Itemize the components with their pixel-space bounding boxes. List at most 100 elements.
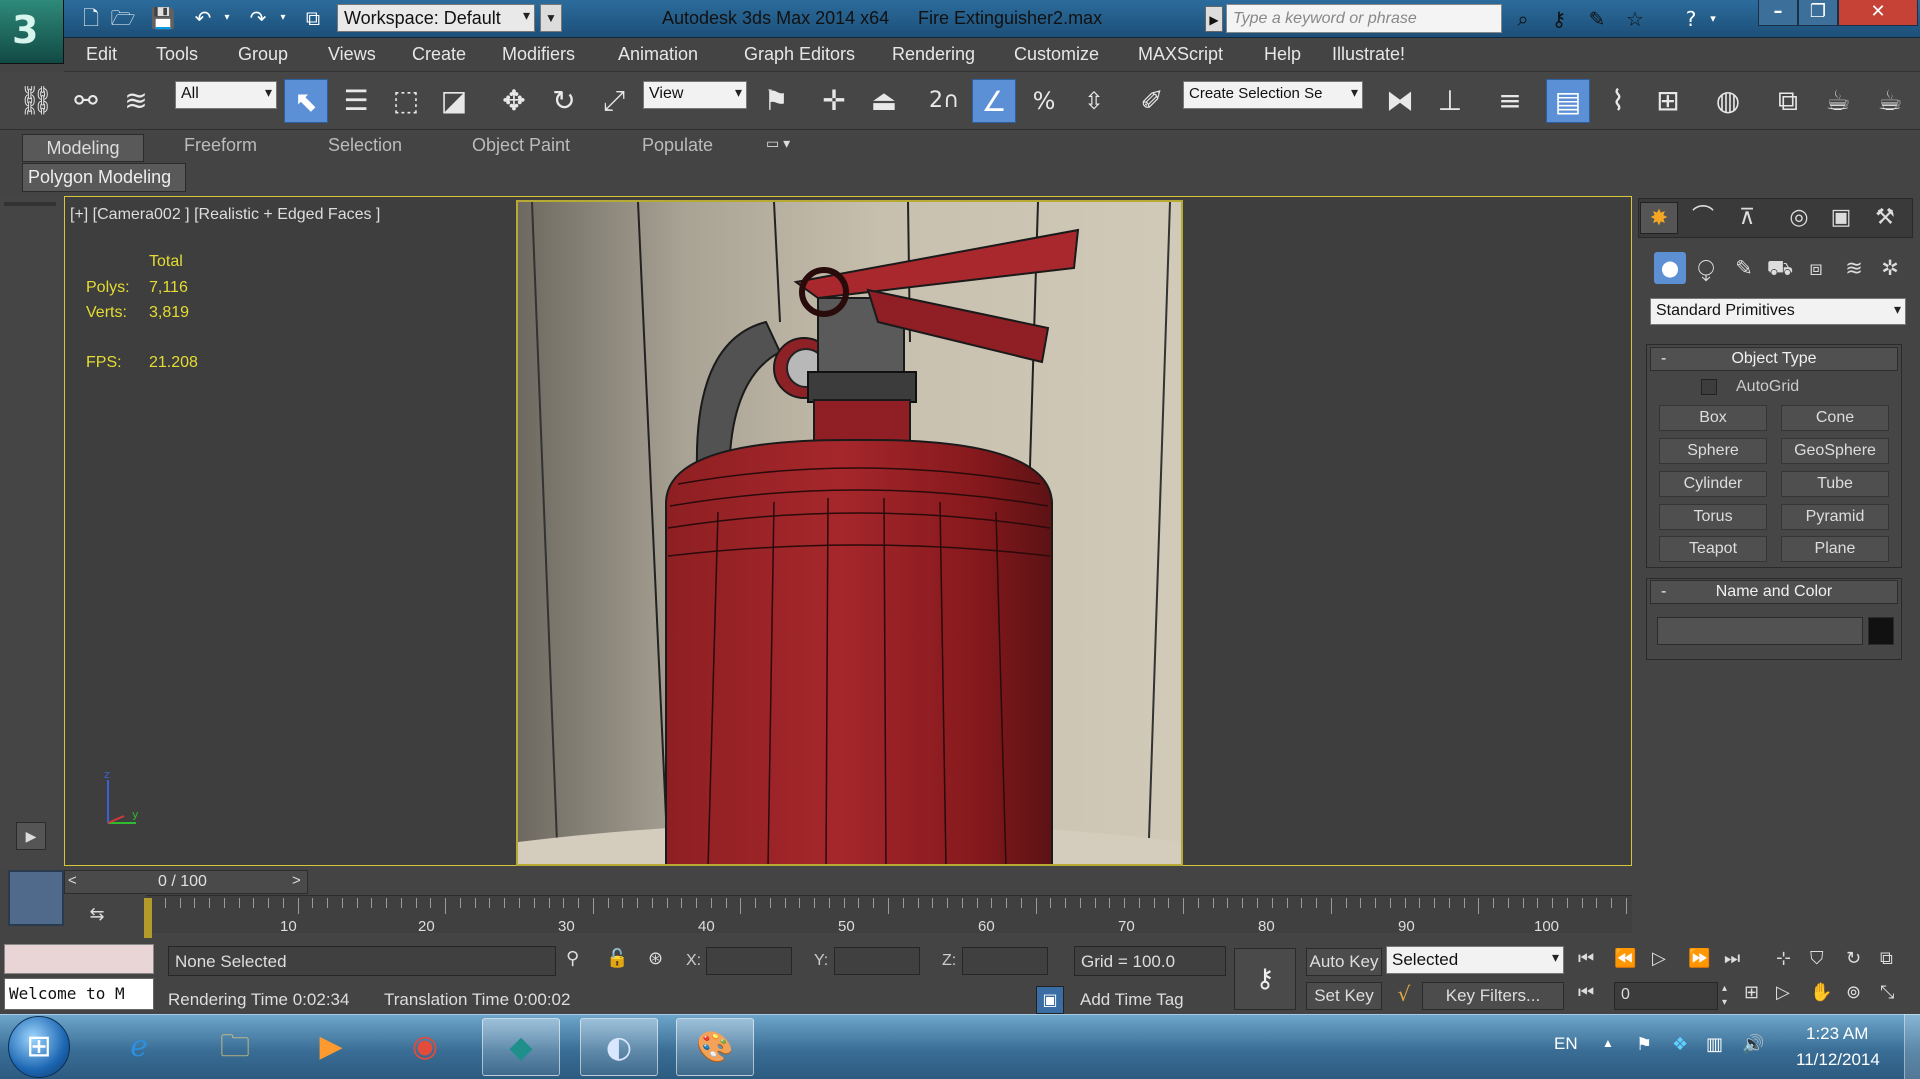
geosphere-button[interactable]: GeoSphere <box>1781 438 1889 464</box>
chrome-icon[interactable]: ◉ <box>386 1018 464 1076</box>
select-by-name-icon[interactable]: ☰ <box>334 79 378 123</box>
select-and-move-icon[interactable]: ✥ <box>492 79 536 123</box>
menu-tools[interactable]: Tools <box>156 44 198 65</box>
add-time-tag[interactable]: Add Time Tag <box>1080 990 1184 1010</box>
help-dropdown-icon[interactable]: ▾ <box>1706 6 1720 32</box>
orbit-camera-icon[interactable]: ↻ <box>1846 948 1872 974</box>
selection-filter-dropdown[interactable]: All ▾ <box>175 81 277 109</box>
next-frame-icon[interactable]: ⏩ <box>1688 948 1714 974</box>
internet-explorer-icon[interactable]: ℯ <box>100 1018 178 1076</box>
geometry-icon[interactable]: ● <box>1654 252 1686 284</box>
undo-dropdown-icon[interactable]: ▾ <box>220 5 234 31</box>
field-of-view-icon[interactable]: ⛉ <box>1810 948 1836 974</box>
time-configuration-icon[interactable]: ⊞ <box>1744 982 1770 1008</box>
ribbon-options-icon[interactable]: ▭ ▾ <box>766 135 790 152</box>
viewport-label[interactable]: [+] [Camera002 ] [Realistic + Edged Face… <box>70 206 380 224</box>
tube-button[interactable]: Tube <box>1781 471 1889 497</box>
time-slider-prev[interactable]: < <box>68 872 77 889</box>
language-indicator[interactable]: EN <box>1554 1034 1578 1054</box>
file-explorer-icon[interactable]: 🗀 <box>196 1018 274 1076</box>
mirror-icon[interactable]: ⧓ <box>1378 79 1422 123</box>
workspace-dropdown[interactable]: Workspace: Default ▾ <box>337 4 535 32</box>
select-object-icon[interactable]: ⬉ <box>284 79 328 123</box>
maxscript-input[interactable]: Welcome to M <box>4 978 154 1010</box>
auto-key-button[interactable]: Auto Key <box>1306 948 1382 976</box>
object-name-input[interactable] <box>1657 617 1863 645</box>
schematic-view-icon[interactable]: ⊞ <box>1646 79 1690 123</box>
edit-named-selection-icon[interactable]: ✐ <box>1130 79 1174 123</box>
undo-icon[interactable]: ↶ <box>190 5 216 31</box>
project-folder-icon[interactable]: ⧉ <box>300 5 326 31</box>
maximize-button[interactable]: ❐ <box>1798 0 1838 26</box>
percent-snap-icon[interactable]: % <box>1022 79 1066 123</box>
help-icon[interactable]: ? <box>1678 6 1704 32</box>
modify-tab-icon[interactable]: ⌒ <box>1684 202 1722 234</box>
tab-populate[interactable]: Populate <box>642 135 713 156</box>
menu-rendering[interactable]: Rendering <box>892 44 975 65</box>
3dsmax-taskbar-icon[interactable]: ◆ <box>482 1018 560 1076</box>
key-tangent-icon[interactable]: √ <box>1390 982 1418 1010</box>
previous-frame-icon[interactable]: ⏪ <box>1614 948 1640 974</box>
zoom-icon[interactable]: ⊹ <box>1776 948 1802 974</box>
set-key-big-icon[interactable]: ⚷ <box>1234 948 1296 1010</box>
menu-group[interactable]: Group <box>238 44 288 65</box>
object-color-swatch[interactable] <box>1868 617 1894 645</box>
maximize-viewport-icon[interactable]: ⧉ <box>1880 948 1906 974</box>
hierarchy-tab-icon[interactable]: ⊼ <box>1728 202 1766 234</box>
maxscript-listener-output[interactable] <box>4 944 154 974</box>
window-crossing-icon[interactable]: ◪ <box>432 79 476 123</box>
menu-views[interactable]: Views <box>328 44 376 65</box>
menu-modifiers[interactable]: Modifiers <box>502 44 575 65</box>
expand-play-icon[interactable]: ▶ <box>16 822 46 850</box>
minimize-button[interactable]: – <box>1758 0 1798 26</box>
mini-curve-editor-button[interactable] <box>8 870 64 926</box>
select-and-rotate-icon[interactable]: ↻ <box>542 79 586 123</box>
sphere-button[interactable]: Sphere <box>1659 438 1767 464</box>
frame-indicator[interactable] <box>144 898 152 938</box>
play-icon[interactable]: ▷ <box>1652 948 1678 974</box>
x-coordinate-field[interactable] <box>706 947 792 975</box>
display-tab-icon[interactable]: ▣ <box>1822 202 1860 234</box>
angle-snap-icon[interactable]: ∠ <box>972 79 1016 123</box>
curve-editor-icon[interactable]: ⌇ <box>1596 79 1640 123</box>
communication-icon[interactable]: ✎ <box>1584 6 1610 32</box>
reference-coordinate-dropdown[interactable]: View ▾ <box>643 81 747 109</box>
unlink-icon[interactable]: ⚯ <box>64 79 108 123</box>
tab-selection[interactable]: Selection <box>328 135 402 156</box>
keyboard-shortcut-override-icon[interactable]: ⏏ <box>862 79 906 123</box>
show-desktop-button[interactable] <box>1904 1014 1920 1079</box>
network-icon[interactable]: ▥ <box>1706 1034 1723 1055</box>
time-tag-icon[interactable]: ▣ <box>1036 986 1064 1014</box>
object-type-header[interactable]: - Object Type <box>1650 347 1898 371</box>
named-selection-set-dropdown[interactable]: Create Selection Se ▾ <box>1183 81 1363 109</box>
save-icon[interactable]: 💾 <box>150 5 176 31</box>
show-hidden-icons-icon[interactable]: ▲ <box>1602 1036 1618 1050</box>
render-setup-icon[interactable]: ⧉ <box>1766 79 1810 123</box>
infocenter-toggle[interactable]: ▶ <box>1205 6 1223 32</box>
menu-create[interactable]: Create <box>412 44 466 65</box>
tab-freeform[interactable]: Freeform <box>184 135 257 156</box>
paint-taskbar-icon[interactable]: 🎨 <box>676 1018 754 1076</box>
action-center-flag-icon[interactable]: ⚑ <box>1636 1034 1652 1055</box>
select-and-scale-icon[interactable]: ⤢ <box>592 79 636 123</box>
selection-lock-icon[interactable]: 🔓 <box>606 948 628 974</box>
min-max-toggle-icon[interactable]: ⤡ <box>1880 982 1906 1008</box>
align-icon[interactable]: ⊥ <box>1428 79 1472 123</box>
go-to-end-icon[interactable]: ⏭ <box>1724 948 1750 974</box>
dolly-camera-icon[interactable]: ▷ <box>1776 982 1802 1008</box>
teapot-button[interactable]: Teapot <box>1659 536 1767 562</box>
open-file-icon[interactable]: 🗁 <box>110 5 136 31</box>
key-mode-dropdown[interactable]: Selected ▾ <box>1386 946 1564 974</box>
redo-icon[interactable]: ↷ <box>245 5 271 31</box>
spinner-snap-icon[interactable]: ⇳ <box>1072 79 1116 123</box>
key-mode-toggle-icon[interactable]: ⏮ <box>1578 982 1604 1008</box>
rendered-frame-window-icon[interactable]: ☕ <box>1816 79 1860 123</box>
search-input[interactable]: Type a keyword or phrase <box>1226 4 1502 33</box>
rectangular-selection-icon[interactable]: ⬚ <box>384 79 428 123</box>
cone-button[interactable]: Cone <box>1781 405 1889 431</box>
current-frame-field[interactable]: 0 <box>1614 982 1718 1010</box>
space-warps-icon[interactable]: ≋ <box>1838 252 1870 284</box>
systems-icon[interactable]: ✲ <box>1874 252 1906 284</box>
shapes-icon[interactable]: ⧬ <box>1690 252 1722 284</box>
polygon-modeling-panel[interactable]: Polygon Modeling <box>22 163 186 192</box>
